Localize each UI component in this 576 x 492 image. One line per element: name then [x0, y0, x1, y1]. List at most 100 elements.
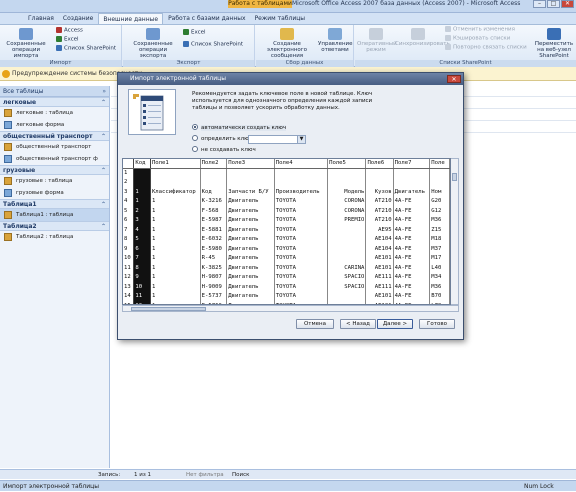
- finish-button[interactable]: Готово: [419, 319, 455, 329]
- cache-lists-button[interactable]: Кэшировать списки: [445, 35, 510, 43]
- preview-cell: AE104: [365, 235, 394, 245]
- column-header[interactable]: Поле2: [200, 159, 228, 169]
- cancel-button[interactable]: Отмена: [296, 319, 334, 329]
- import-excel-button[interactable]: Excel: [56, 36, 79, 44]
- scroll-thumb[interactable]: [452, 173, 457, 181]
- option-no-key[interactable]: не создавать ключ: [192, 146, 256, 154]
- preview-cell: L40: [429, 263, 450, 273]
- synchronize-button[interactable]: Синхронизировать: [395, 28, 450, 47]
- tab-home[interactable]: Главная: [24, 13, 58, 24]
- tab-external-data[interactable]: Внешние данные: [98, 13, 164, 24]
- import-sharepoint-button[interactable]: Список SharePoint: [56, 45, 116, 53]
- sharepoint-icon: [183, 41, 189, 47]
- import-access-button[interactable]: Access: [56, 27, 83, 35]
- option-define-key[interactable]: определить ключ:: [192, 135, 254, 143]
- preview-cell: [150, 178, 201, 188]
- data-preview-table[interactable]: Код Поле1 Поле2 Поле3 Поле4 Поле5 Поле6 …: [122, 158, 451, 305]
- tab-datasheet[interactable]: Режим таблицы: [251, 13, 309, 24]
- maximize-button[interactable]: □: [547, 0, 560, 8]
- create-email-button[interactable]: Создание электронного сообщения: [258, 28, 316, 59]
- column-header[interactable]: Поле6: [365, 159, 394, 169]
- next-button[interactable]: Далее >: [377, 319, 413, 329]
- move-to-sharepoint-button[interactable]: Переместить на веб-узел SharePoint: [533, 28, 575, 59]
- nav-item-table2[interactable]: Таблица2 : таблица: [0, 231, 109, 243]
- nav-item-public-transport-table[interactable]: общественный транспорт: [0, 141, 109, 153]
- nav-item-trucks-table[interactable]: грузовые : таблица: [0, 175, 109, 187]
- chevron-down-icon[interactable]: ▼: [297, 136, 305, 143]
- nav-section-table1[interactable]: Таблица1 ⌃: [0, 199, 109, 209]
- row-number: 8: [123, 235, 135, 245]
- form-icon: [4, 121, 12, 129]
- group-collect: Создание электронного сообщения Управлен…: [256, 25, 354, 67]
- preview-horizontal-scrollbar[interactable]: [122, 305, 459, 312]
- preview-cell: 10: [133, 282, 151, 292]
- nav-item-table1[interactable]: Таблица1 : таблица: [0, 209, 109, 221]
- nav-item-label: грузовые форма: [16, 190, 64, 196]
- minimize-button[interactable]: –: [533, 0, 546, 8]
- email-icon: [280, 28, 294, 40]
- column-header[interactable]: Поле5: [327, 159, 367, 169]
- form-icon: [4, 155, 12, 163]
- nav-item-public-transport-form[interactable]: общественный транспорт ф: [0, 153, 109, 165]
- preview-row: 5 2 1 F-568 Двигатель TOYOTA CORONA AT210 4A-FE G…: [123, 206, 450, 216]
- scroll-thumb[interactable]: [131, 307, 206, 311]
- preview-row: 4 1 1 K-3216 Двигатель TOYOTA CORONA AT210 4A-FE…: [123, 197, 450, 207]
- key-field-select[interactable]: ▼: [248, 135, 306, 144]
- preview-cell: B70: [429, 292, 450, 302]
- export-excel-button[interactable]: Excel: [183, 29, 206, 37]
- option-auto-key[interactable]: автоматически создать ключ: [192, 124, 287, 132]
- saved-exports-button[interactable]: Сохраненные операции экспорта: [127, 28, 179, 59]
- preview-cell: 4A-FE: [393, 292, 431, 302]
- nav-section-label: Таблица1: [3, 201, 37, 208]
- nav-item-legkovye-form[interactable]: легковые форма: [0, 119, 109, 131]
- preview-cell: [327, 292, 367, 302]
- radio-icon: [192, 146, 198, 152]
- preview-cell: E-5737: [200, 292, 228, 302]
- window-controls: – □ ✕: [533, 0, 574, 9]
- relink-lists-button[interactable]: Повторно связать списки: [445, 44, 527, 52]
- tab-create[interactable]: Создание: [59, 13, 97, 24]
- nav-item-trucks-form[interactable]: грузовые форма: [0, 187, 109, 199]
- nav-header-label: Все таблицы: [3, 88, 44, 95]
- back-button[interactable]: < Назад: [340, 319, 376, 329]
- manage-replies-button[interactable]: Управление ответами: [318, 28, 353, 53]
- table-key-illustration: [133, 94, 164, 131]
- dialog-close-button[interactable]: ✕: [447, 75, 461, 83]
- preview-cell: TOYOTA: [274, 254, 329, 264]
- preview-row: 8 5 1 E-6032 Двигатель TOYOTA AE104 4A-FE M18: [123, 235, 450, 245]
- import-spreadsheet-dialog: Импорт электронной таблицы ✕ Рекомендует…: [117, 72, 464, 340]
- window-title: Microsoft Office Access 2007 база данных…: [292, 0, 521, 7]
- offline-mode-button[interactable]: Оперативный режим: [357, 28, 397, 53]
- preview-cell: TOYOTA: [274, 225, 329, 235]
- nav-header[interactable]: Все таблицы »: [0, 86, 109, 97]
- nav-section-table2[interactable]: Таблица2 ⌃: [0, 221, 109, 231]
- nav-section-legkovye[interactable]: легковые ⌃: [0, 97, 109, 107]
- column-header[interactable]: Код: [133, 159, 151, 169]
- column-header[interactable]: Поле7: [393, 159, 431, 169]
- preview-vertical-scrollbar[interactable]: [451, 158, 459, 305]
- record-search-input[interactable]: Поиск: [232, 470, 249, 480]
- preview-cell: PREMIO: [327, 216, 367, 226]
- saved-imports-button[interactable]: Сохраненные операции импорта: [2, 28, 50, 59]
- context-tab-label: Работа с таблицами: [228, 0, 292, 8]
- preview-cell: AE101: [365, 292, 394, 302]
- preview-cell: 1: [150, 292, 201, 302]
- record-position[interactable]: 1 из 1: [134, 470, 151, 480]
- column-header[interactable]: Поле1: [150, 159, 201, 169]
- column-header[interactable]: Поле: [429, 159, 450, 169]
- preview-cell: SPACIO: [327, 282, 367, 292]
- filter-indicator[interactable]: Нет фильтра: [186, 470, 224, 480]
- preview-cell: E-5987: [200, 216, 228, 226]
- nav-section-trucks[interactable]: грузовые ⌃: [0, 165, 109, 175]
- nav-section-public-transport[interactable]: общественный транспорт ⌃: [0, 131, 109, 141]
- manage-replies-label: Управление ответами: [318, 41, 353, 53]
- close-button[interactable]: ✕: [561, 0, 574, 8]
- export-sharepoint-button[interactable]: Список SharePoint: [183, 41, 243, 49]
- saved-imports-label: Сохраненные операции импорта: [6, 41, 46, 59]
- discard-changes-button[interactable]: Отменить изменения: [445, 26, 515, 34]
- column-header[interactable]: Поле4: [274, 159, 329, 169]
- column-header[interactable]: Поле3: [226, 159, 275, 169]
- nav-item-legkovye-table[interactable]: легковые : таблица: [0, 107, 109, 119]
- tab-database-tools[interactable]: Работа с базами данных: [164, 13, 250, 24]
- preview-cell: 4A-FE: [393, 244, 431, 254]
